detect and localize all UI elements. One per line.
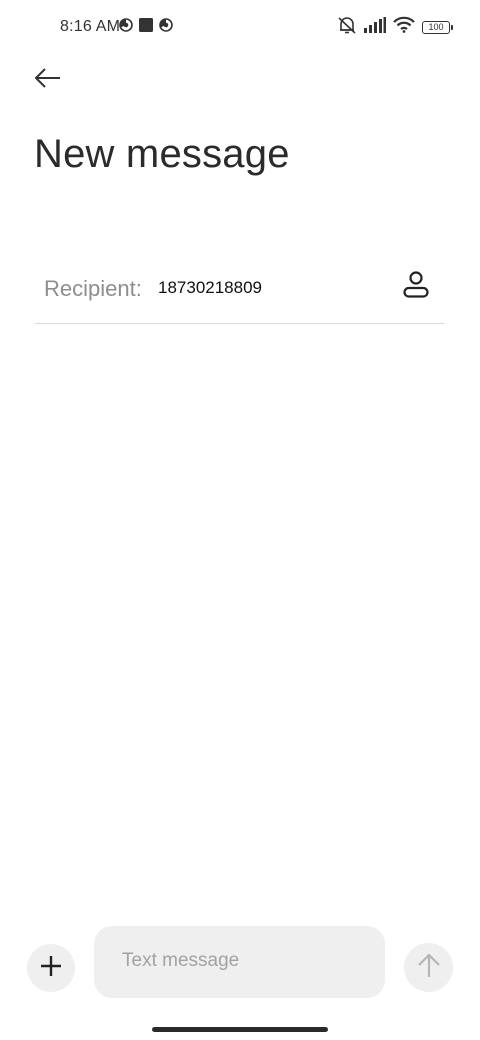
recipient-input[interactable]	[158, 278, 378, 298]
page-title: New message	[34, 132, 290, 176]
recipient-label: Recipient:	[44, 276, 142, 301]
add-attachment-button[interactable]	[27, 944, 75, 992]
stop-square-icon	[139, 17, 153, 37]
arrow-up-icon	[417, 952, 441, 983]
signal-icon	[364, 16, 386, 38]
arrow-left-icon	[34, 67, 62, 94]
battery-icon: 100	[422, 20, 453, 34]
home-indicator[interactable]	[152, 1027, 328, 1032]
message-input[interactable]	[122, 950, 362, 972]
message-box	[94, 926, 385, 998]
status-system-icons: 100	[337, 16, 453, 39]
timer-icon	[159, 17, 173, 37]
select-contact-button[interactable]	[398, 268, 434, 304]
status-notification-icons	[119, 17, 173, 37]
vibrate-off-icon	[337, 16, 357, 39]
send-button[interactable]	[404, 943, 453, 992]
person-icon	[401, 269, 431, 304]
status-bar: 8:16 AM 100	[0, 0, 480, 56]
recipient-row: Recipient:	[35, 252, 444, 324]
wifi-icon	[393, 16, 415, 38]
back-button[interactable]	[28, 60, 68, 100]
plus-icon	[40, 955, 62, 982]
timer-icon	[119, 17, 133, 37]
status-time: 8:16 AM	[60, 18, 121, 35]
battery-level: 100	[428, 22, 444, 32]
